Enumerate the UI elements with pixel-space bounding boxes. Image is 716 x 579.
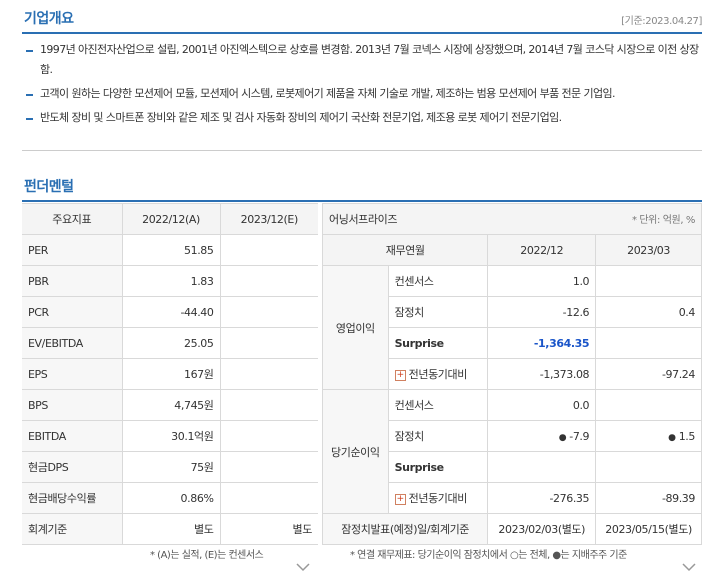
table-row: 당기순이익 컨센서스 0.0 [322,389,702,514]
dash-bullet-icon [26,94,33,96]
table-row: PBR 1.83 [22,265,318,297]
table-row: PER 51.85 [22,234,318,266]
net-income-label: 당기순이익 [322,389,389,514]
header-period: 재무연월 [321,234,489,266]
header-estimate: 2023/12(E) [220,203,318,235]
fundamental-top-rule [22,200,702,202]
table-row: 현금배당수익률 0.86% [22,482,318,514]
overview-title: 기업개요 [24,11,74,27]
earnings-footnote: * 연결 재무제표: 당기순이익 잠정치에서 ○는 전체, ●는 지배주주 기준 [350,550,627,561]
chevron-down-icon[interactable] [296,562,310,572]
operating-income-label: 영업이익 [322,265,389,390]
announce-label: 잠정치발표(예정)일/회계기준 [321,513,489,545]
overview-divider [22,150,702,151]
earnings-title: 어닝서프라이즈 [329,213,398,226]
overview-list: 1997년 아진전자산업으로 설립, 2001년 아진엑스텍으로 상호를 변경함… [24,40,704,132]
fundamental-table: 주요지표 2022/12(A) 2023/12(E) PER 51.85 PBR 1… [22,203,318,545]
header-actual: 2022/12(A) [122,203,221,235]
dash-bullet-icon [26,118,33,120]
earnings-surprise-table: 어닝서프라이즈 * 단위: 억원, % 재무연월 2022/12 2023/03… [321,203,702,545]
table-row: EPS 167원 [22,358,318,390]
overview-top-rule [22,32,702,34]
overview-item: 고객이 원하는 다양한 모션제어 모듈, 모션제어 시스템, 로봇제어기 제품을… [24,84,704,104]
expand-plus-icon[interactable]: + [394,493,406,505]
table-row: PCR -44.40 [22,296,318,328]
earnings-title-cell: 어닝서프라이즈 * 단위: 억원, % [322,203,702,235]
header-2023-03: 2023/03 [595,234,702,266]
fundamental-title: 펀더멘털 [24,179,74,195]
header-indicator: 주요지표 [22,203,123,235]
filled-dot-icon: ● [668,432,676,443]
header-2022-12: 2022/12 [487,234,597,266]
table-row: 회계기준 별도 별도 [22,513,318,545]
table-row: EBITDA 30.1억원 [22,420,318,452]
table-row: 현금DPS 75원 [22,451,318,483]
earnings-unit: * 단위: 억원, % [632,215,695,226]
earnings-title-row: 어닝서프라이즈 * 단위: 억원, % [322,203,702,235]
chevron-down-icon[interactable] [682,562,696,572]
table-row: BPS 4,745원 [22,389,318,421]
filled-dot-icon: ● [558,432,567,443]
fundamental-footnote: * (A)는 실적, (E)는 컨센서스 [150,550,264,561]
overview-item: 1997년 아진전자산업으로 설립, 2001년 아진엑스텍으로 상호를 변경함… [24,40,704,80]
table-header-row: 재무연월 2022/12 2023/03 [321,234,702,266]
reference-date: [기준:2023.04.27] [621,16,702,27]
expand-plus-icon[interactable]: + [394,369,406,381]
table-row: 영업이익 컨센서스 1.0 [322,265,702,390]
dash-bullet-icon [26,50,33,52]
overview-item: 반도체 장비 및 스마트폰 장비와 같은 제조 및 검사 자동화 장비의 제어기… [24,108,704,128]
table-row: 잠정치발표(예정)일/회계기준 2023/02/03(별도) 2023/05/1… [321,513,702,545]
table-row: EV/EBITDA 25.05 [22,327,318,359]
table-header-row: 주요지표 2022/12(A) 2023/12(E) [22,203,318,235]
